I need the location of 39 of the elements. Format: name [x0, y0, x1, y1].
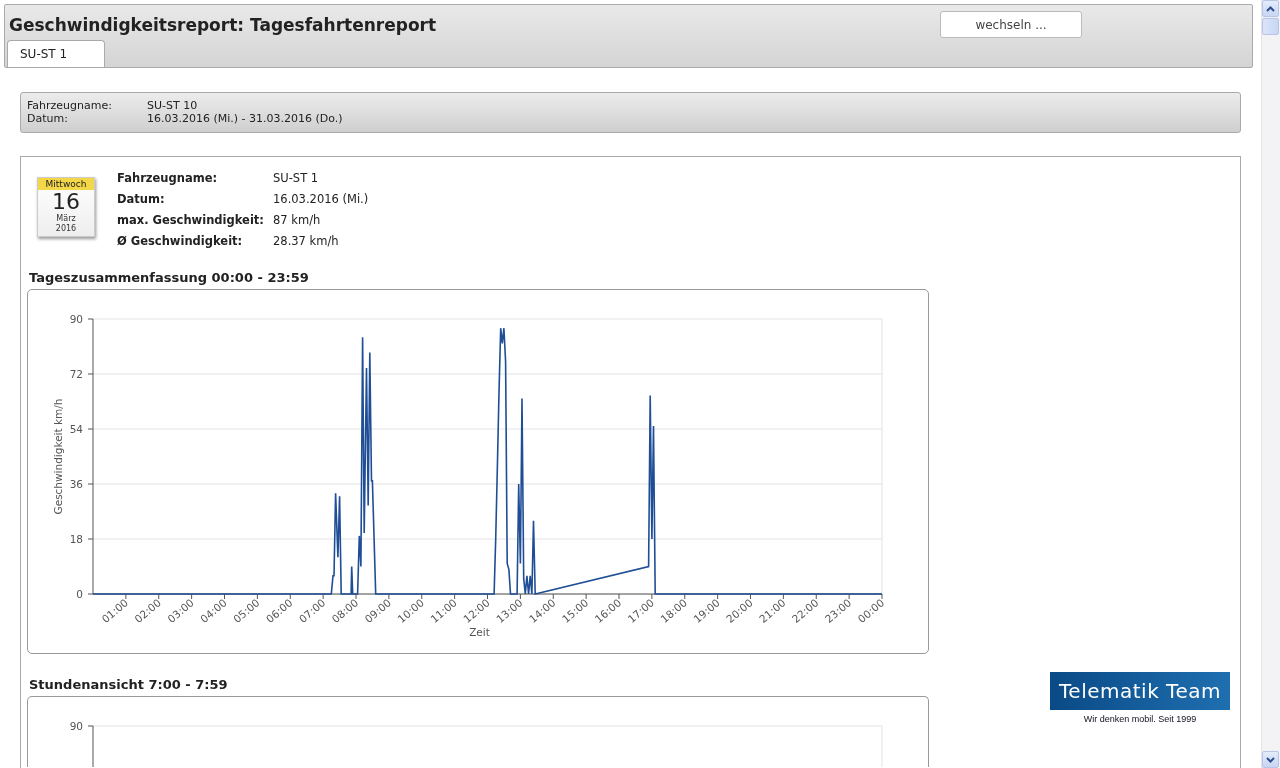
report-title: Geschwindigkeitsreport: Tagesfahrtenreport — [9, 14, 437, 35]
chevron-down-icon — [1266, 756, 1275, 763]
y-tick-label: 54 — [69, 423, 83, 435]
scroll-down-button[interactable] — [1262, 751, 1279, 768]
calendar-weekday: Mittwoch — [38, 178, 94, 190]
y-axis — [87, 725, 94, 767]
field-value: 16.03.2016 (Mi.) - 31.03.2016 (Do.) — [147, 112, 343, 125]
scroll-up-button[interactable] — [1262, 0, 1279, 17]
y-tick-label: 36 — [69, 478, 83, 490]
detail-value: 16.03.2016 (Mi.) — [273, 192, 369, 206]
field-label: Datum: — [27, 112, 69, 125]
detail-value: 87 km/h — [273, 213, 322, 227]
logo-slogan: Wir denken mobil. Seit 1999 — [1083, 714, 1197, 724]
scroll-thumb[interactable] — [1262, 18, 1279, 35]
field-label: Fahrzeugname: — [27, 99, 113, 112]
y-tick-label: 90 — [69, 313, 83, 325]
calendar-day: 16 — [52, 190, 80, 214]
detail-label: Datum: — [117, 192, 166, 206]
y-tick-label: 18 — [69, 533, 83, 545]
calendar-year: 2016 — [55, 224, 77, 234]
y-tick-label: 0 — [76, 588, 83, 600]
section-heading: Tageszusammenfassung 00:00 - 23:59 — [28, 270, 310, 285]
section-heading: Stundenansicht 7:00 - 7:59 — [28, 677, 229, 692]
detail-label: max. Geschwindigkeit: — [117, 213, 265, 227]
y-axis-title: Geschwindigkeit km/h — [52, 398, 64, 515]
calendar-month: März — [56, 214, 76, 224]
detail-value: 28.37 km/h — [273, 234, 340, 248]
detail-value: SU-ST 1 — [273, 171, 320, 185]
field-value: SU-ST 10 — [147, 99, 198, 112]
detail-label: Ø Geschwindigkeit: — [117, 234, 244, 248]
logo-text: Telematik Team — [1059, 679, 1221, 703]
vehicle-tab[interactable]: SU-ST 1 — [7, 40, 105, 67]
detail-label: Fahrzeugname: — [117, 171, 219, 185]
y-tick-label: 72 — [69, 368, 83, 380]
switch-button[interactable]: wechseln ... — [940, 11, 1082, 38]
x-axis-title: Zeit — [469, 626, 490, 638]
vertical-scrollbar[interactable] — [1261, 0, 1280, 768]
y-tick-label: 90 — [69, 720, 83, 732]
chevron-up-icon — [1266, 5, 1275, 12]
